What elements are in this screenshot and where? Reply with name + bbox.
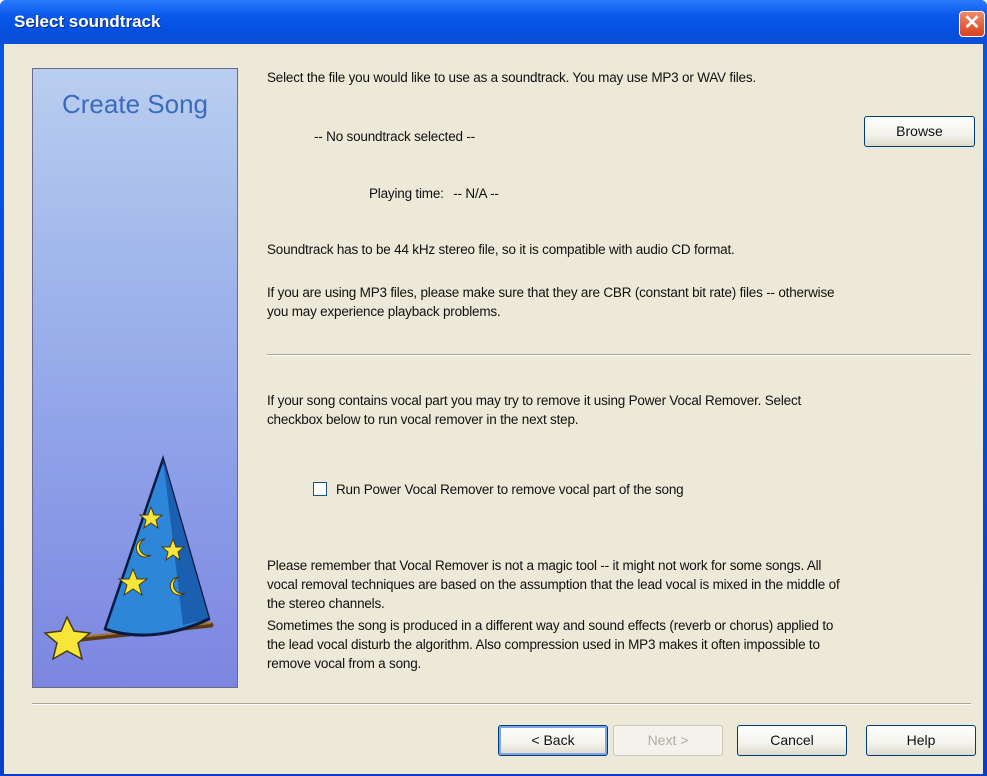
cbr-note-line-2: you may experience playback problems. [267, 304, 501, 319]
playing-time-caption: Playing time: [369, 186, 444, 201]
next-button[interactable]: Next > [613, 725, 723, 756]
warning-line-6: remove vocal from a song. [267, 656, 422, 671]
title-bar[interactable]: Select soundtrack ✕ [0, 0, 987, 44]
vocal-intro-line-1: If your song contains vocal part you may… [267, 393, 802, 408]
dialog-body: Create Song Select the file you would li… [4, 44, 983, 774]
warning-line-5: the lead vocal disturb the algorithm. Al… [267, 637, 820, 652]
cancel-button[interactable]: Cancel [737, 725, 847, 756]
dialog-window: Select soundtrack ✕ Create Song Select t… [0, 0, 987, 776]
footer-divider [32, 703, 971, 705]
window-title: Select soundtrack [14, 12, 161, 31]
playing-time-value: -- N/A -- [453, 186, 499, 201]
format-note: Soundtrack has to be 44 kHz stereo file,… [267, 242, 735, 257]
close-icon: ✕ [963, 12, 981, 34]
side-panel: Create Song [32, 68, 238, 688]
cbr-note-line-1: If you are using MP3 files, please make … [267, 285, 835, 300]
warning-line-3: the stereo channels. [267, 596, 385, 611]
warning-line-4: Sometimes the song is produced in a diff… [267, 618, 834, 633]
warning-line-2: vocal removal techniques are based on th… [267, 577, 840, 592]
back-button[interactable]: < Back [498, 725, 608, 756]
panel-title: Create Song [62, 89, 208, 119]
help-button[interactable]: Help [866, 725, 976, 756]
section-divider [267, 354, 971, 356]
close-button[interactable]: ✕ [959, 11, 985, 37]
playing-time-label: Playing time: -- N/A -- [369, 184, 499, 203]
warning-line-1: Please remember that Vocal Remover is no… [267, 558, 822, 573]
vocal-intro-line-2: checkbox below to run vocal remover in t… [267, 412, 579, 427]
soundtrack-file-status: -- No soundtrack selected -- [314, 129, 475, 144]
intro-text: Select the file you would like to use as… [267, 70, 756, 85]
vocal-remover-checkbox-label[interactable]: Run Power Vocal Remover to remove vocal … [336, 480, 684, 499]
vocal-remover-checkbox[interactable] [313, 482, 327, 496]
browse-button[interactable]: Browse [864, 116, 975, 147]
wizard-hat-icon [43, 454, 214, 661]
